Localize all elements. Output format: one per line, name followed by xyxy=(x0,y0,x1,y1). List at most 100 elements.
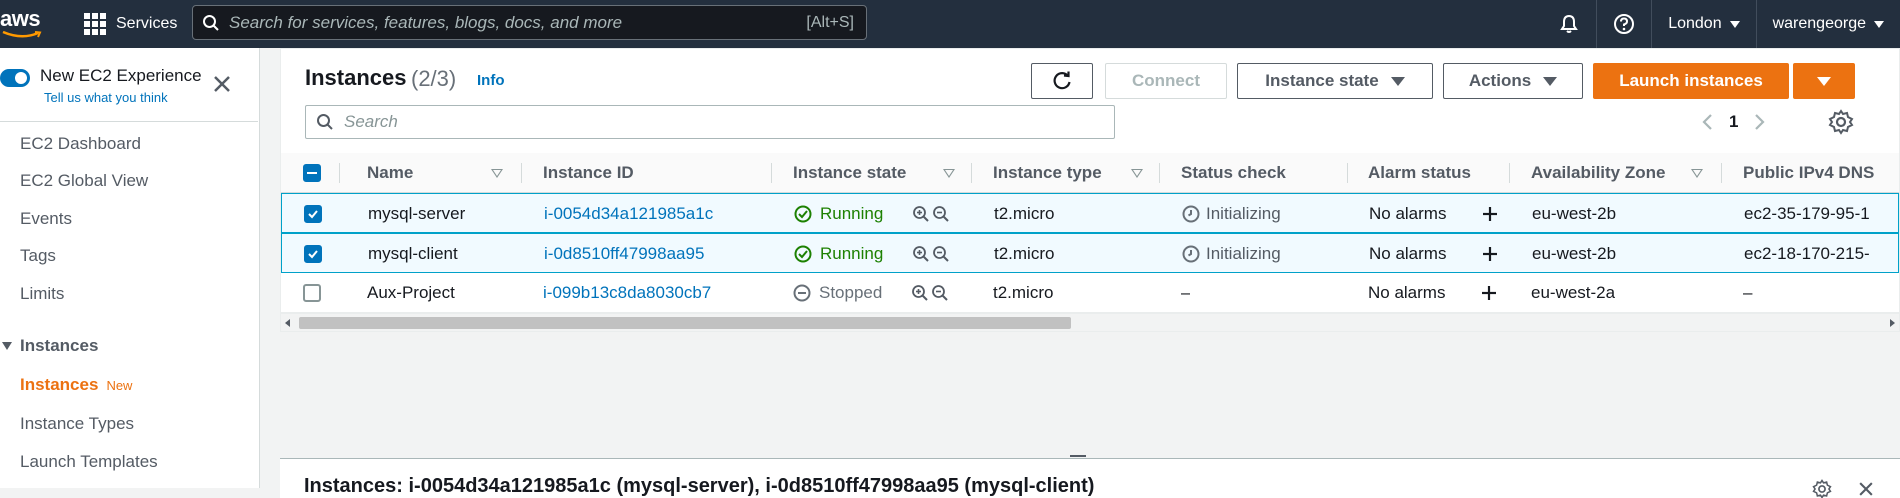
sort-icon[interactable] xyxy=(943,169,955,178)
sort-icon[interactable] xyxy=(1131,169,1143,178)
actions-dropdown[interactable]: Actions xyxy=(1443,63,1583,99)
page-number[interactable]: 1 xyxy=(1729,112,1738,132)
clock-icon xyxy=(1182,245,1200,263)
public-dns: – xyxy=(1743,283,1753,302)
chevron-left-icon[interactable] xyxy=(1701,113,1715,131)
zoom-in-icon[interactable] xyxy=(911,284,929,302)
header-instance-state[interactable]: Instance state xyxy=(793,153,906,193)
instance-state: Running xyxy=(794,234,883,274)
account-username: warengeorge xyxy=(1772,15,1866,32)
header-public-dns[interactable]: Public IPv4 DNS xyxy=(1743,153,1874,193)
info-link[interactable]: Info xyxy=(477,72,505,89)
feedback-link[interactable]: Tell us what you think xyxy=(44,90,168,105)
header-instance-id[interactable]: Instance ID xyxy=(543,153,634,193)
instance-filter[interactable] xyxy=(305,105,1115,139)
select-all-checkbox[interactable] xyxy=(303,153,323,193)
header-alarm-status[interactable]: Alarm status xyxy=(1368,153,1471,193)
instance-type: t2.micro xyxy=(993,283,1054,302)
header-status-check[interactable]: Status check xyxy=(1181,153,1286,193)
aws-smile-icon xyxy=(2,31,42,38)
zoom-controls xyxy=(912,234,950,274)
alarm-status: No alarms xyxy=(1369,244,1447,263)
filter-input[interactable] xyxy=(344,112,1114,132)
plus-icon xyxy=(1483,207,1497,221)
row-checkbox[interactable] xyxy=(304,234,322,274)
sidebar-item-launch-templates[interactable]: Launch Templates xyxy=(20,452,158,472)
aws-logo-text: aws xyxy=(0,6,41,31)
status-check: Initializing xyxy=(1182,194,1281,234)
zoom-in-icon[interactable] xyxy=(912,205,930,223)
gear-icon[interactable] xyxy=(1812,479,1832,498)
instance-state: Stopped xyxy=(793,273,882,313)
header-name[interactable]: Name xyxy=(367,153,413,193)
actions-label: Actions xyxy=(1468,71,1532,90)
row-checkbox[interactable] xyxy=(303,273,321,313)
selection-count: (2/3) xyxy=(411,66,457,91)
instance-name: Aux-Project xyxy=(367,283,455,302)
plus-icon xyxy=(1483,247,1497,261)
sort-icon[interactable] xyxy=(1691,169,1703,178)
zoom-out-icon[interactable] xyxy=(932,245,950,263)
services-menu-button[interactable]: Services xyxy=(84,12,177,36)
check-circle-icon xyxy=(794,245,812,263)
account-menu[interactable]: warengeorge xyxy=(1755,0,1900,48)
new-experience-title: New EC2 Experience xyxy=(40,66,202,85)
zoom-out-icon[interactable] xyxy=(931,284,949,302)
sidebar-item-tags[interactable]: Tags xyxy=(20,246,56,266)
global-search-bar[interactable]: [Alt+S] xyxy=(192,5,867,40)
search-icon xyxy=(306,113,344,131)
zoom-in-icon[interactable] xyxy=(912,245,930,263)
add-alarm-button[interactable] xyxy=(1480,234,1500,274)
scrollbar-thumb[interactable] xyxy=(299,317,1071,329)
help-button[interactable] xyxy=(1596,0,1651,48)
scroll-right-icon[interactable] xyxy=(1890,319,1895,327)
table-header-row: Name Instance ID Instance state Instance… xyxy=(281,153,1899,193)
alarm-status: No alarms xyxy=(1369,204,1447,223)
sidebar-item-events[interactable]: Events xyxy=(20,209,72,229)
sidebar-section-instances[interactable]: Instances xyxy=(0,336,98,356)
sidebar-item-instances[interactable]: Instances New xyxy=(20,375,132,395)
add-alarm-button[interactable] xyxy=(1480,194,1500,234)
global-search-input[interactable] xyxy=(229,12,807,33)
region-selector[interactable]: London xyxy=(1651,0,1755,48)
header-instance-type[interactable]: Instance type xyxy=(993,153,1102,193)
sidebar-item-limits[interactable]: Limits xyxy=(20,284,64,304)
launch-instances-button[interactable]: Launch instances xyxy=(1593,63,1789,99)
header-availability-zone[interactable]: Availability Zone xyxy=(1531,153,1665,193)
table-row[interactable]: Aux-Project i-099b13c8da8030cb7 Stopped … xyxy=(281,273,1899,313)
add-alarm-button[interactable] xyxy=(1479,273,1499,313)
public-dns: ec2-35-179-95-1 xyxy=(1744,204,1870,223)
sidebar-item-ec2-global-view[interactable]: EC2 Global View xyxy=(20,171,148,191)
caret-down-icon xyxy=(1390,76,1405,86)
new-experience-toggle[interactable] xyxy=(0,69,30,87)
connect-button[interactable]: Connect xyxy=(1105,63,1227,99)
instance-state-dropdown[interactable]: Instance state xyxy=(1237,63,1433,99)
sidebar-item-ec2-dashboard[interactable]: EC2 Dashboard xyxy=(20,134,141,154)
sidebar-item-instance-types[interactable]: Instance Types xyxy=(20,414,134,434)
close-sidebar-icon[interactable] xyxy=(210,72,234,96)
chevron-right-icon[interactable] xyxy=(1752,113,1766,131)
refresh-button[interactable] xyxy=(1031,63,1093,99)
row-checkbox[interactable] xyxy=(304,194,322,234)
aws-logo[interactable]: aws xyxy=(0,4,48,44)
availability-zone: eu-west-2b xyxy=(1532,244,1617,263)
new-badge: New xyxy=(106,378,133,393)
notifications-button[interactable] xyxy=(1542,0,1596,48)
zoom-out-icon[interactable] xyxy=(932,205,950,223)
caret-down-icon xyxy=(1817,76,1831,86)
scroll-left-icon[interactable] xyxy=(285,319,290,327)
top-navigation-bar: aws Services [Alt+S] London warengeorge xyxy=(0,0,1900,48)
gear-icon[interactable] xyxy=(1828,109,1854,135)
table-row[interactable]: mysql-client i-0d8510ff47998aa95 Running… xyxy=(281,233,1899,273)
instance-id-link[interactable]: i-099b13c8da8030cb7 xyxy=(543,273,711,313)
instance-id-link[interactable]: i-0d8510ff47998aa95 xyxy=(544,234,704,274)
sort-icon[interactable] xyxy=(491,169,503,178)
launch-options-dropdown[interactable] xyxy=(1793,63,1855,99)
availability-zone: eu-west-2a xyxy=(1531,283,1616,302)
horizontal-scrollbar[interactable] xyxy=(281,313,1899,331)
status-check: – xyxy=(1181,283,1191,302)
close-icon[interactable] xyxy=(1856,479,1876,498)
table-row[interactable]: mysql-server i-0054d34a121985a1c Running… xyxy=(281,193,1899,233)
chevron-down-icon xyxy=(1874,20,1884,28)
instance-id-link[interactable]: i-0054d34a121985a1c xyxy=(544,194,713,234)
